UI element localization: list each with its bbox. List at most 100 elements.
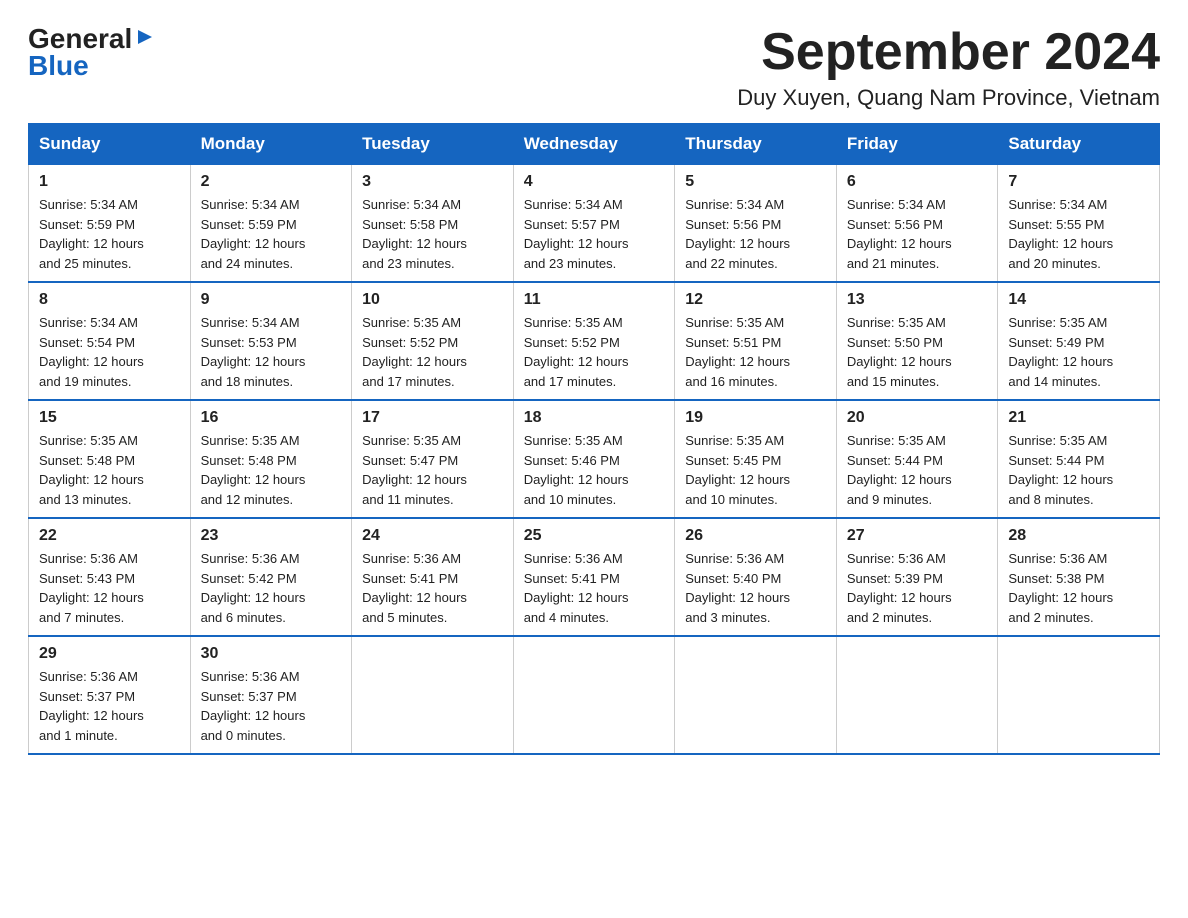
calendar-table: SundayMondayTuesdayWednesdayThursdayFrid… xyxy=(28,123,1160,755)
calendar-day: 12 Sunrise: 5:35 AMSunset: 5:51 PMDaylig… xyxy=(675,282,837,400)
day-number: 3 xyxy=(362,173,503,191)
calendar-week-3: 15 Sunrise: 5:35 AMSunset: 5:48 PMDaylig… xyxy=(29,400,1160,518)
page-title: September 2024 xyxy=(737,24,1160,81)
day-info: Sunrise: 5:36 AMSunset: 5:37 PMDaylight:… xyxy=(39,669,144,743)
day-header-thursday: Thursday xyxy=(675,124,837,165)
day-number: 11 xyxy=(524,291,665,309)
day-info: Sunrise: 5:35 AMSunset: 5:47 PMDaylight:… xyxy=(362,433,467,507)
calendar-day: 7 Sunrise: 5:34 AMSunset: 5:55 PMDayligh… xyxy=(998,165,1160,283)
day-number: 13 xyxy=(847,291,988,309)
day-number: 1 xyxy=(39,173,180,191)
calendar-day: 5 Sunrise: 5:34 AMSunset: 5:56 PMDayligh… xyxy=(675,165,837,283)
calendar-day: 30 Sunrise: 5:36 AMSunset: 5:37 PMDaylig… xyxy=(190,636,352,754)
day-info: Sunrise: 5:36 AMSunset: 5:39 PMDaylight:… xyxy=(847,551,952,625)
day-number: 16 xyxy=(201,409,342,427)
day-info: Sunrise: 5:35 AMSunset: 5:48 PMDaylight:… xyxy=(201,433,306,507)
calendar-day: 18 Sunrise: 5:35 AMSunset: 5:46 PMDaylig… xyxy=(513,400,675,518)
day-number: 25 xyxy=(524,527,665,545)
day-info: Sunrise: 5:34 AMSunset: 5:56 PMDaylight:… xyxy=(847,197,952,271)
calendar-header: SundayMondayTuesdayWednesdayThursdayFrid… xyxy=(29,124,1160,165)
day-info: Sunrise: 5:35 AMSunset: 5:46 PMDaylight:… xyxy=(524,433,629,507)
day-number: 10 xyxy=(362,291,503,309)
day-info: Sunrise: 5:34 AMSunset: 5:54 PMDaylight:… xyxy=(39,315,144,389)
day-info: Sunrise: 5:34 AMSunset: 5:58 PMDaylight:… xyxy=(362,197,467,271)
day-info: Sunrise: 5:35 AMSunset: 5:49 PMDaylight:… xyxy=(1008,315,1113,389)
day-info: Sunrise: 5:35 AMSunset: 5:52 PMDaylight:… xyxy=(524,315,629,389)
day-number: 12 xyxy=(685,291,826,309)
calendar-day: 9 Sunrise: 5:34 AMSunset: 5:53 PMDayligh… xyxy=(190,282,352,400)
calendar-week-1: 1 Sunrise: 5:34 AMSunset: 5:59 PMDayligh… xyxy=(29,165,1160,283)
day-info: Sunrise: 5:36 AMSunset: 5:37 PMDaylight:… xyxy=(201,669,306,743)
day-number: 30 xyxy=(201,645,342,663)
calendar-day xyxy=(836,636,998,754)
calendar-day: 13 Sunrise: 5:35 AMSunset: 5:50 PMDaylig… xyxy=(836,282,998,400)
day-number: 27 xyxy=(847,527,988,545)
day-info: Sunrise: 5:36 AMSunset: 5:43 PMDaylight:… xyxy=(39,551,144,625)
calendar-day: 16 Sunrise: 5:35 AMSunset: 5:48 PMDaylig… xyxy=(190,400,352,518)
calendar-day: 15 Sunrise: 5:35 AMSunset: 5:48 PMDaylig… xyxy=(29,400,191,518)
day-info: Sunrise: 5:35 AMSunset: 5:50 PMDaylight:… xyxy=(847,315,952,389)
day-number: 28 xyxy=(1008,527,1149,545)
day-number: 2 xyxy=(201,173,342,191)
day-number: 23 xyxy=(201,527,342,545)
calendar-day: 23 Sunrise: 5:36 AMSunset: 5:42 PMDaylig… xyxy=(190,518,352,636)
day-info: Sunrise: 5:36 AMSunset: 5:40 PMDaylight:… xyxy=(685,551,790,625)
day-info: Sunrise: 5:34 AMSunset: 5:55 PMDaylight:… xyxy=(1008,197,1113,271)
calendar-day: 24 Sunrise: 5:36 AMSunset: 5:41 PMDaylig… xyxy=(352,518,514,636)
calendar-day: 11 Sunrise: 5:35 AMSunset: 5:52 PMDaylig… xyxy=(513,282,675,400)
day-header-saturday: Saturday xyxy=(998,124,1160,165)
calendar-day: 8 Sunrise: 5:34 AMSunset: 5:54 PMDayligh… xyxy=(29,282,191,400)
day-number: 26 xyxy=(685,527,826,545)
calendar-day: 6 Sunrise: 5:34 AMSunset: 5:56 PMDayligh… xyxy=(836,165,998,283)
calendar-day: 3 Sunrise: 5:34 AMSunset: 5:58 PMDayligh… xyxy=(352,165,514,283)
calendar-day: 25 Sunrise: 5:36 AMSunset: 5:41 PMDaylig… xyxy=(513,518,675,636)
calendar-day: 17 Sunrise: 5:35 AMSunset: 5:47 PMDaylig… xyxy=(352,400,514,518)
logo-blue-text: Blue xyxy=(28,51,156,82)
calendar-day xyxy=(352,636,514,754)
day-number: 8 xyxy=(39,291,180,309)
day-number: 18 xyxy=(524,409,665,427)
calendar-day: 19 Sunrise: 5:35 AMSunset: 5:45 PMDaylig… xyxy=(675,400,837,518)
day-number: 15 xyxy=(39,409,180,427)
day-number: 9 xyxy=(201,291,342,309)
day-number: 5 xyxy=(685,173,826,191)
day-header-wednesday: Wednesday xyxy=(513,124,675,165)
calendar-day: 10 Sunrise: 5:35 AMSunset: 5:52 PMDaylig… xyxy=(352,282,514,400)
day-info: Sunrise: 5:36 AMSunset: 5:38 PMDaylight:… xyxy=(1008,551,1113,625)
calendar-day: 27 Sunrise: 5:36 AMSunset: 5:39 PMDaylig… xyxy=(836,518,998,636)
day-info: Sunrise: 5:36 AMSunset: 5:42 PMDaylight:… xyxy=(201,551,306,625)
day-info: Sunrise: 5:35 AMSunset: 5:48 PMDaylight:… xyxy=(39,433,144,507)
calendar-week-2: 8 Sunrise: 5:34 AMSunset: 5:54 PMDayligh… xyxy=(29,282,1160,400)
calendar-day: 22 Sunrise: 5:36 AMSunset: 5:43 PMDaylig… xyxy=(29,518,191,636)
day-info: Sunrise: 5:34 AMSunset: 5:53 PMDaylight:… xyxy=(201,315,306,389)
calendar-day: 2 Sunrise: 5:34 AMSunset: 5:59 PMDayligh… xyxy=(190,165,352,283)
day-number: 7 xyxy=(1008,173,1149,191)
page-subtitle: Duy Xuyen, Quang Nam Province, Vietnam xyxy=(737,85,1160,111)
day-info: Sunrise: 5:35 AMSunset: 5:44 PMDaylight:… xyxy=(1008,433,1113,507)
calendar-week-4: 22 Sunrise: 5:36 AMSunset: 5:43 PMDaylig… xyxy=(29,518,1160,636)
day-info: Sunrise: 5:36 AMSunset: 5:41 PMDaylight:… xyxy=(524,551,629,625)
day-info: Sunrise: 5:35 AMSunset: 5:51 PMDaylight:… xyxy=(685,315,790,389)
day-number: 24 xyxy=(362,527,503,545)
day-number: 20 xyxy=(847,409,988,427)
day-number: 22 xyxy=(39,527,180,545)
day-header-friday: Friday xyxy=(836,124,998,165)
calendar-day: 29 Sunrise: 5:36 AMSunset: 5:37 PMDaylig… xyxy=(29,636,191,754)
day-info: Sunrise: 5:34 AMSunset: 5:57 PMDaylight:… xyxy=(524,197,629,271)
day-info: Sunrise: 5:35 AMSunset: 5:52 PMDaylight:… xyxy=(362,315,467,389)
calendar-day: 14 Sunrise: 5:35 AMSunset: 5:49 PMDaylig… xyxy=(998,282,1160,400)
calendar-week-5: 29 Sunrise: 5:36 AMSunset: 5:37 PMDaylig… xyxy=(29,636,1160,754)
day-header-monday: Monday xyxy=(190,124,352,165)
calendar-day: 20 Sunrise: 5:35 AMSunset: 5:44 PMDaylig… xyxy=(836,400,998,518)
calendar-day: 26 Sunrise: 5:36 AMSunset: 5:40 PMDaylig… xyxy=(675,518,837,636)
calendar-day: 4 Sunrise: 5:34 AMSunset: 5:57 PMDayligh… xyxy=(513,165,675,283)
page-header: General Blue September 2024 Duy Xuyen, Q… xyxy=(28,24,1160,111)
day-number: 21 xyxy=(1008,409,1149,427)
logo-area: General Blue xyxy=(28,24,156,82)
calendar-day: 21 Sunrise: 5:35 AMSunset: 5:44 PMDaylig… xyxy=(998,400,1160,518)
day-info: Sunrise: 5:34 AMSunset: 5:59 PMDaylight:… xyxy=(39,197,144,271)
day-info: Sunrise: 5:34 AMSunset: 5:56 PMDaylight:… xyxy=(685,197,790,271)
day-number: 17 xyxy=(362,409,503,427)
calendar-day xyxy=(998,636,1160,754)
day-info: Sunrise: 5:34 AMSunset: 5:59 PMDaylight:… xyxy=(201,197,306,271)
